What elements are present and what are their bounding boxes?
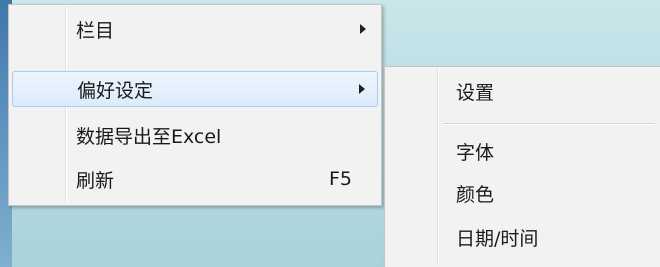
menu-item-columns[interactable]: 栏目 xyxy=(12,11,378,47)
menu-item-label: 数据导出至Excel xyxy=(76,125,222,148)
menu-item-label: 设置 xyxy=(456,81,495,104)
submenu-item-datetime[interactable]: 日期/时间 xyxy=(388,219,657,255)
submenu-arrow-icon xyxy=(359,84,365,94)
menu-item-refresh[interactable]: 刷新 F5 xyxy=(12,161,378,197)
menu-item-label: 日期/时间 xyxy=(456,227,539,250)
shortcut-text: F5 xyxy=(328,168,352,190)
menu-item-label: 刷新 xyxy=(76,169,115,192)
menu-separator xyxy=(443,123,654,125)
submenu-item-settings[interactable]: 设置 xyxy=(388,73,657,109)
menu-item-label: 颜色 xyxy=(456,183,495,206)
submenu-item-color[interactable]: 颜色 xyxy=(388,175,657,211)
menu-item-export-excel[interactable]: 数据导出至Excel xyxy=(12,117,378,153)
submenu-item-font[interactable]: 字体 xyxy=(388,133,657,169)
context-menu: 栏目 偏好设定 数据导出至Excel 刷新 F5 xyxy=(8,4,382,206)
menu-item-label: 偏好设定 xyxy=(77,79,154,102)
menu-item-label: 字体 xyxy=(456,141,495,164)
menu-item-preferences[interactable]: 偏好设定 xyxy=(12,71,378,107)
submenu-arrow-icon xyxy=(360,24,366,34)
preferences-submenu: 设置 字体 颜色 日期/时间 xyxy=(384,66,660,267)
menu-item-label: 栏目 xyxy=(76,19,115,42)
